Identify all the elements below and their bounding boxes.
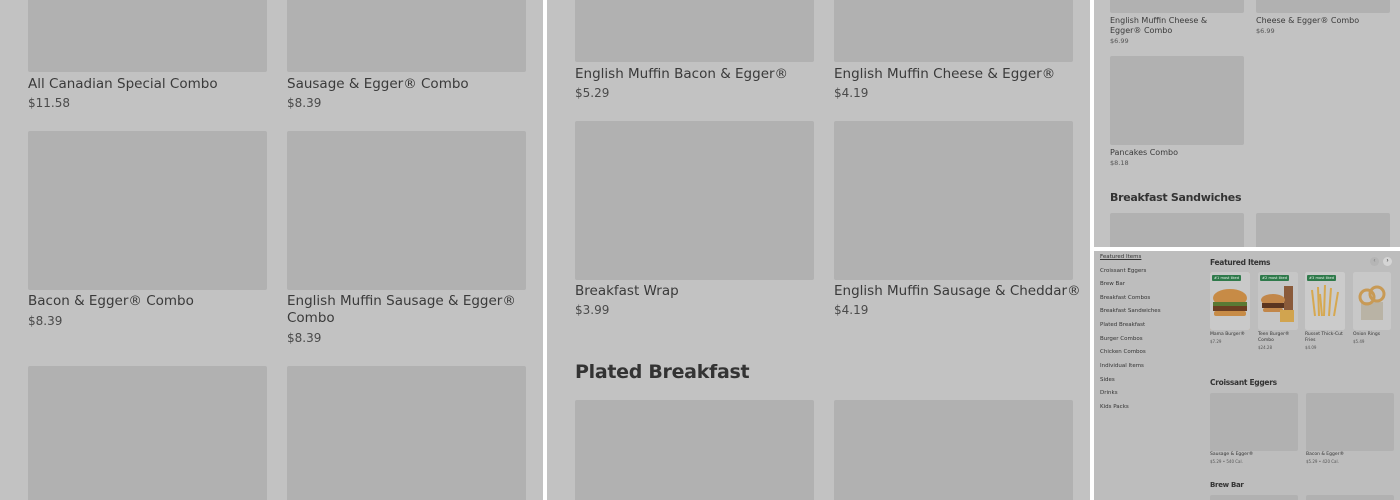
nav-brew-bar[interactable]: Brew Bar xyxy=(1100,281,1125,287)
nav-breakfast-sandwiches[interactable]: Breakfast Sandwiches xyxy=(1100,308,1161,314)
item-name[interactable]: Bacon & Egger® xyxy=(1306,452,1386,458)
item-image[interactable] xyxy=(575,121,814,280)
item-price: $4.19 xyxy=(834,303,869,317)
featured-price: $5.49 xyxy=(1353,339,1365,344)
item-price: $4.19 xyxy=(834,86,869,100)
onion-rings-image xyxy=(1353,272,1391,330)
nav-sides[interactable]: Sides xyxy=(1100,377,1115,383)
item-price: $6.99 xyxy=(1110,37,1129,45)
nav-burger-combos[interactable]: Burger Combos xyxy=(1100,336,1143,342)
item-price: $5.29 • 540 Cal. xyxy=(1210,459,1243,464)
prev-arrow-icon[interactable]: ‹ xyxy=(1370,257,1379,266)
item-name[interactable]: Cheese & Egger® Combo xyxy=(1256,16,1386,26)
item-name[interactable]: Sausage & Egger® Combo xyxy=(287,76,527,93)
menu-panel-combos: All Canadian Special Combo $11.58 Sausag… xyxy=(0,0,543,500)
item-name[interactable]: All Canadian Special Combo xyxy=(28,76,268,93)
item-price: $5.29 • 420 Cal. xyxy=(1306,459,1339,464)
featured-price: $7.29 xyxy=(1210,339,1222,344)
item-price: $8.39 xyxy=(28,314,63,328)
item-image[interactable] xyxy=(1306,393,1394,451)
nav-kids-packs[interactable]: Kids Packs xyxy=(1100,404,1129,410)
item-name[interactable]: Bacon & Egger® Combo xyxy=(28,293,268,310)
featured-card[interactable]: #3 most liked xyxy=(1305,272,1345,330)
item-price: $6.99 xyxy=(1256,27,1275,35)
item-image[interactable] xyxy=(1110,0,1244,13)
item-image[interactable] xyxy=(1256,213,1390,247)
nav-breakfast-combos[interactable]: Breakfast Combos xyxy=(1100,295,1150,301)
item-image[interactable] xyxy=(28,366,267,500)
item-image[interactable] xyxy=(1210,495,1298,500)
item-name[interactable]: English Muffin Bacon & Egger® xyxy=(575,66,815,83)
item-image[interactable] xyxy=(575,400,814,500)
item-name[interactable]: Sausage & Egger® xyxy=(1210,452,1290,458)
item-name[interactable]: English Muffin Cheese & Egger® Combo xyxy=(1110,16,1240,36)
item-image[interactable] xyxy=(287,366,526,500)
popularity-badge: #2 most liked xyxy=(1260,275,1290,281)
featured-name[interactable]: Mama Burger® xyxy=(1210,332,1252,338)
item-price: $3.99 xyxy=(575,303,610,317)
section-title: Plated Breakfast xyxy=(575,361,750,383)
item-price: $5.29 xyxy=(575,86,610,100)
item-image[interactable] xyxy=(834,400,1073,500)
nav-individual-items[interactable]: Individual Items xyxy=(1100,363,1144,369)
item-name[interactable]: English Muffin Sausage & Cheddar® xyxy=(834,283,1084,300)
item-image[interactable] xyxy=(575,0,814,62)
featured-name[interactable]: Russet Thick-Cut Fries xyxy=(1305,332,1343,343)
featured-name[interactable]: Teen Burger® Combo xyxy=(1258,332,1296,343)
item-image[interactable] xyxy=(834,0,1073,62)
item-image[interactable] xyxy=(1110,56,1244,145)
nav-drinks[interactable]: Drinks xyxy=(1100,390,1118,396)
item-image[interactable] xyxy=(287,0,526,72)
menu-overview-panel: Featured Items Croissant Eggers Brew Bar… xyxy=(1094,251,1400,500)
section-title: Breakfast Sandwiches xyxy=(1110,191,1242,204)
nav-chicken-combos[interactable]: Chicken Combos xyxy=(1100,349,1146,355)
item-price: $8.39 xyxy=(287,331,322,345)
item-image[interactable] xyxy=(287,131,526,290)
item-image[interactable] xyxy=(834,121,1073,280)
item-price: $11.58 xyxy=(28,96,70,110)
menu-panel-small: English Muffin Cheese & Egger® Combo $6.… xyxy=(1094,0,1400,247)
popularity-badge: #3 most liked xyxy=(1307,275,1337,281)
menu-panel-sandwiches: English Muffin Bacon & Egger® $5.29 Engl… xyxy=(547,0,1090,500)
item-name[interactable]: English Muffin Cheese & Egger® xyxy=(834,66,1074,83)
item-image[interactable] xyxy=(1256,0,1390,13)
item-image[interactable] xyxy=(28,131,267,290)
item-name[interactable]: English Muffin Sausage & Egger® Combo xyxy=(287,293,527,327)
croissant-title: Croissant Eggers xyxy=(1210,378,1277,387)
featured-card[interactable]: #2 most liked xyxy=(1258,272,1298,330)
popularity-badge: #1 most liked xyxy=(1212,275,1242,281)
brew-bar-title: Brew Bar xyxy=(1210,481,1244,489)
featured-price: $24.28 xyxy=(1258,345,1272,350)
item-name[interactable]: Breakfast Wrap xyxy=(575,283,815,300)
nav-featured-items[interactable]: Featured Items xyxy=(1100,254,1141,260)
item-name[interactable]: Pancakes Combo xyxy=(1110,148,1240,158)
featured-card[interactable] xyxy=(1353,272,1391,330)
item-image[interactable] xyxy=(1306,495,1394,500)
featured-title: Featured Items xyxy=(1210,258,1271,267)
featured-card[interactable]: #1 most liked xyxy=(1210,272,1250,330)
item-image[interactable] xyxy=(28,0,267,72)
item-image[interactable] xyxy=(1210,393,1298,451)
next-arrow-icon[interactable]: › xyxy=(1383,257,1392,266)
item-price: $8.18 xyxy=(1110,159,1129,167)
featured-price: $4.09 xyxy=(1305,345,1317,350)
item-price: $8.39 xyxy=(287,96,322,110)
item-image[interactable] xyxy=(1110,213,1244,247)
nav-croissant-eggers[interactable]: Croissant Eggers xyxy=(1100,268,1146,274)
nav-plated-breakfast[interactable]: Plated Breakfast xyxy=(1100,322,1145,328)
featured-name[interactable]: Onion Rings xyxy=(1353,332,1391,338)
